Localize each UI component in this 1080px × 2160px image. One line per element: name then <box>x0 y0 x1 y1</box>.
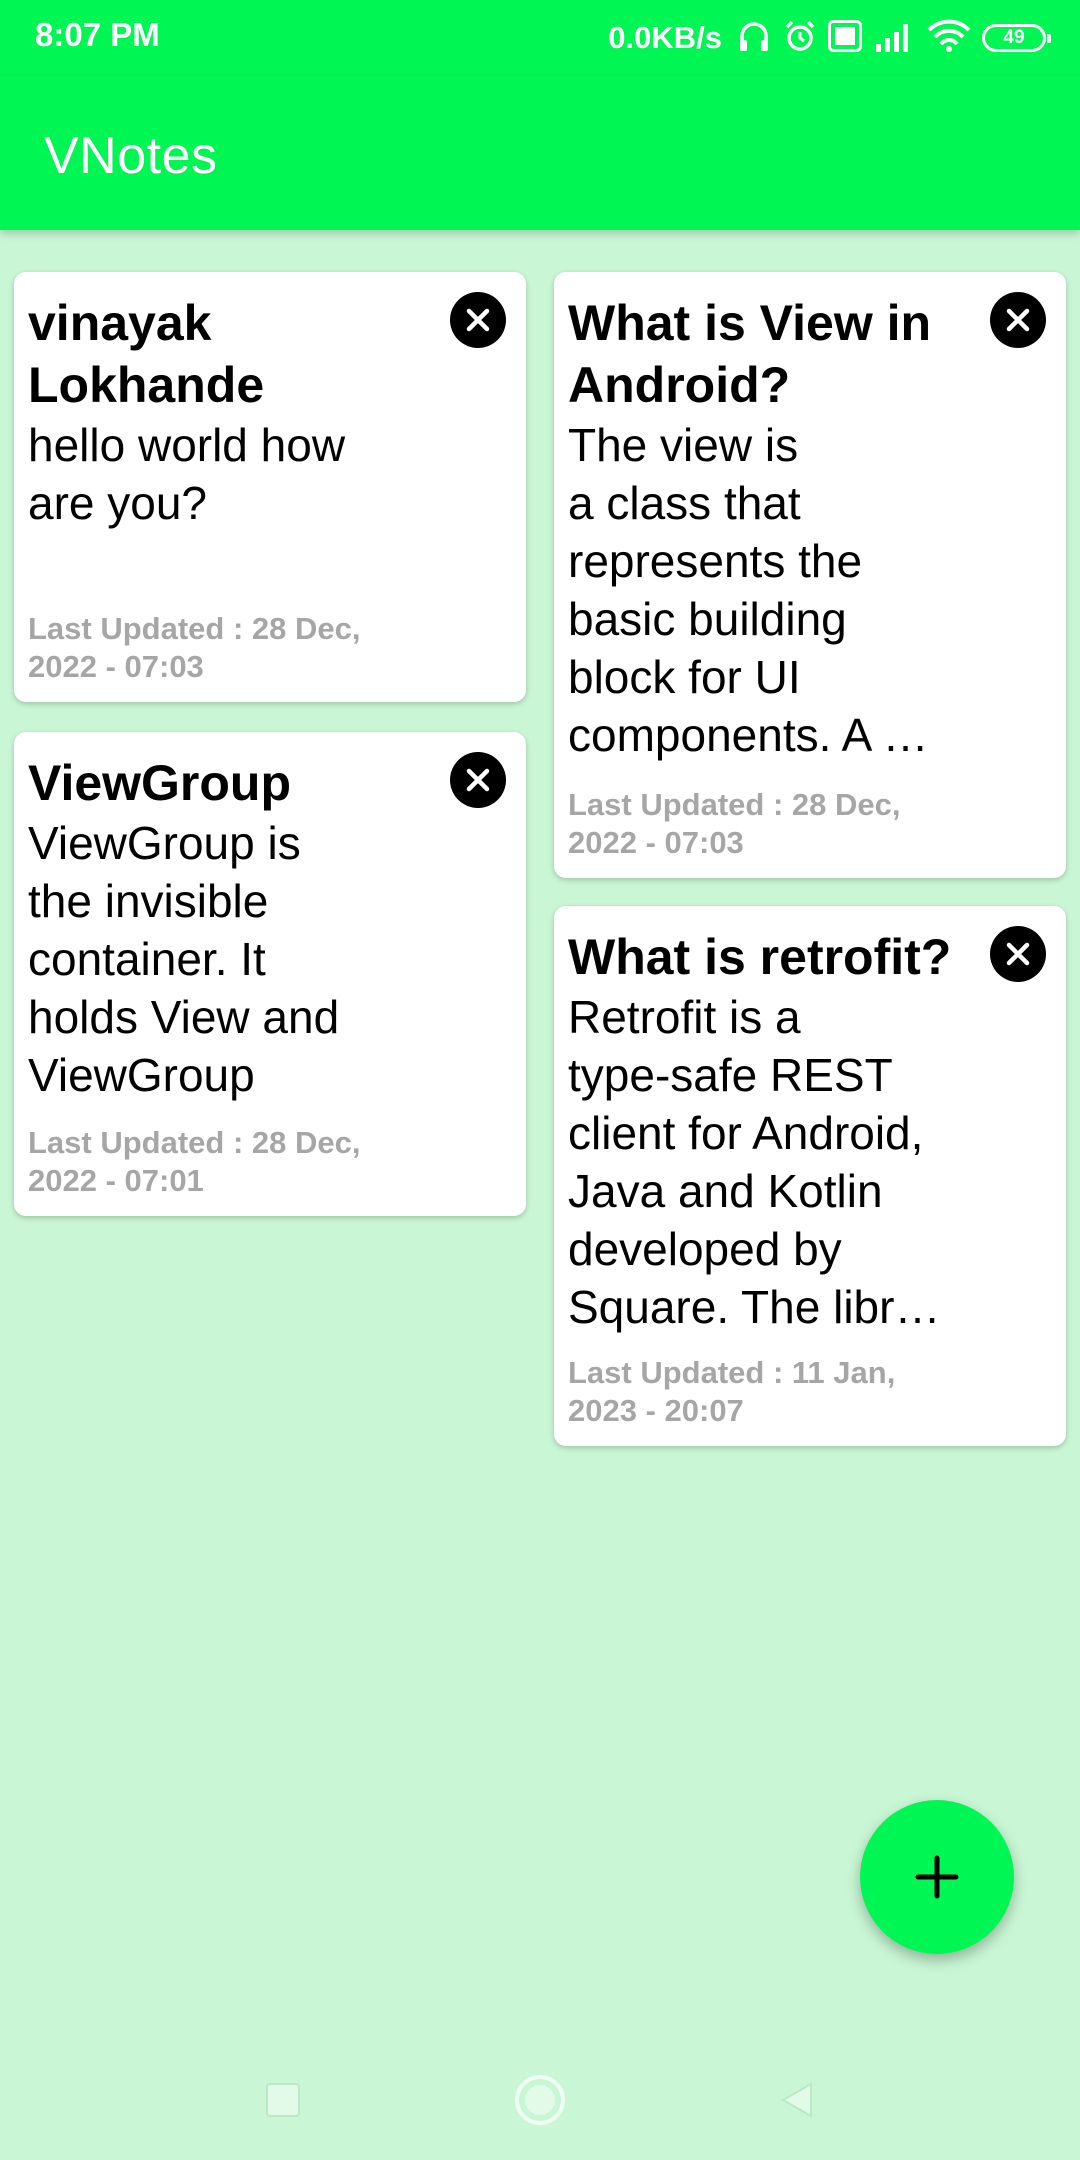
close-icon <box>1006 308 1030 332</box>
note-body: The view is a class that represents the … <box>568 419 929 761</box>
volte-icon <box>828 19 862 57</box>
alarm-icon <box>782 18 818 59</box>
note-card[interactable]: What is View in Android? The view is a c… <box>554 272 1066 878</box>
note-body: Retrofit is a type-safe REST client for … <box>568 991 941 1333</box>
battery-icon: 49 <box>982 24 1051 52</box>
signal-icon <box>872 18 916 59</box>
wifi-icon <box>926 18 972 59</box>
recents-square-icon <box>266 2083 300 2117</box>
navigation-bar <box>0 2040 1080 2160</box>
note-card[interactable]: ViewGroup ViewGroup is the invisible con… <box>14 732 526 1216</box>
note-body: hello world how are you? <box>28 419 346 529</box>
status-bar: 8:07 PM 0.0KB/s 49 <box>0 0 1080 76</box>
app-title: VNotes <box>44 127 218 185</box>
note-card[interactable]: What is retrofit? Retrofit is a type-saf… <box>554 906 1066 1446</box>
note-title: What is retrofit? <box>568 929 952 985</box>
note-updated: Last Updated : 28 Dec, 2022 - 07:03 <box>568 787 901 860</box>
note-updated: Last Updated : 28 Dec, 2022 - 07:03 <box>28 611 361 684</box>
home-button[interactable] <box>513 2073 567 2127</box>
delete-note-button[interactable] <box>450 752 506 808</box>
status-icons: 0.0KB/s 49 <box>608 14 1051 62</box>
close-icon <box>466 308 490 332</box>
note-title: vinayak Lokhande <box>28 295 265 413</box>
net-speed: 0.0KB/s <box>608 20 722 55</box>
note-title: ViewGroup <box>28 755 292 811</box>
app-bar: VNotes <box>0 76 1080 230</box>
recents-button[interactable] <box>263 2080 303 2120</box>
back-triangle-icon <box>780 2082 812 2118</box>
delete-note-button[interactable] <box>450 292 506 348</box>
note-updated: Last Updated : 28 Dec, 2022 - 07:01 <box>28 1125 361 1198</box>
note-body: ViewGroup is the invisible container. It… <box>28 817 340 1101</box>
note-title: What is View in Android? <box>568 295 932 413</box>
note-updated: Last Updated : 11 Jan, 2023 - 20:07 <box>568 1355 896 1428</box>
back-button[interactable] <box>777 2080 817 2120</box>
close-icon <box>1006 942 1030 966</box>
plus-icon <box>915 1855 959 1899</box>
headphones-icon <box>736 18 772 59</box>
note-card[interactable]: vinayak Lokhande hello world how are you… <box>14 272 526 702</box>
status-time: 8:07 PM <box>35 16 160 53</box>
home-circle-icon <box>515 2075 565 2125</box>
close-icon <box>466 768 490 792</box>
delete-note-button[interactable] <box>990 292 1046 348</box>
delete-note-button[interactable] <box>990 926 1046 982</box>
add-note-button[interactable] <box>860 1800 1014 1954</box>
